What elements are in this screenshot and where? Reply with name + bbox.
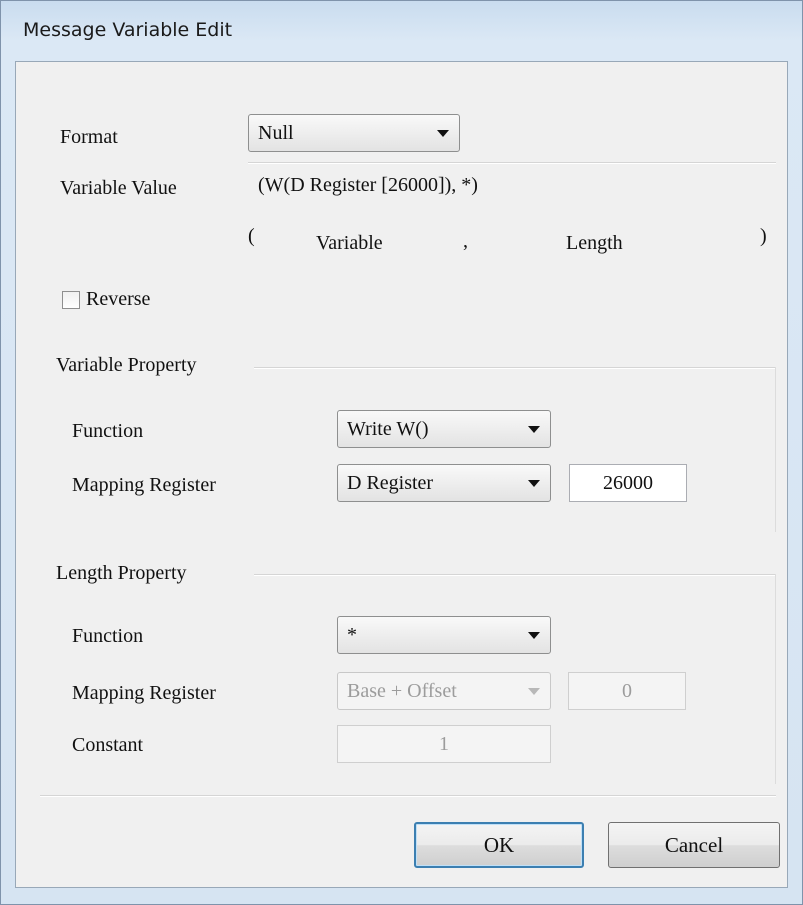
length-function-select[interactable]: *: [337, 616, 551, 654]
chevron-down-icon: [528, 480, 540, 487]
constant-input[interactable]: 1: [337, 725, 551, 763]
variable-mapping-label: Mapping Register: [72, 474, 216, 496]
reverse-checkbox[interactable]: [62, 291, 80, 309]
variable-function-label: Function: [72, 420, 144, 442]
variable-property-divider: [254, 367, 776, 369]
dialog-body: Format Null Variable Value (W(D Register…: [15, 61, 788, 888]
variable-property-border: [775, 367, 776, 532]
format-label: Format: [60, 126, 118, 148]
dialog-window: Message Variable Edit Format Null Variab…: [0, 0, 803, 905]
length-function-label: Function: [72, 625, 144, 647]
length-property-border: [775, 574, 776, 784]
length-mapping-label: Mapping Register: [72, 682, 216, 704]
length-mapping-select[interactable]: Base + Offset: [337, 672, 551, 710]
variable-mapping-select[interactable]: D Register: [337, 464, 551, 502]
length-property-divider: [254, 574, 776, 576]
variable-mapping-value: D Register: [347, 472, 434, 494]
variable-address-input[interactable]: 26000: [569, 464, 687, 502]
variable-column-label: Variable: [316, 232, 383, 254]
variable-function-select[interactable]: Write W(): [337, 410, 551, 448]
variable-value-text: (W(D Register [26000]), *): [258, 174, 478, 196]
format-select[interactable]: Null: [248, 114, 460, 152]
chevron-down-icon: [437, 130, 449, 137]
chevron-down-icon: [528, 426, 540, 433]
constant-label: Constant: [72, 734, 144, 756]
length-column-label: Length: [566, 232, 623, 254]
buttons-divider: [40, 795, 776, 797]
cancel-button[interactable]: Cancel: [608, 822, 780, 868]
variable-property-title: Variable Property: [56, 354, 197, 376]
window-title: Message Variable Edit: [23, 19, 233, 41]
length-function-value: *: [347, 624, 357, 646]
variable-value-label: Variable Value: [60, 177, 177, 199]
chevron-down-icon: [528, 688, 540, 695]
chevron-down-icon: [528, 632, 540, 639]
format-select-value: Null: [258, 122, 294, 144]
length-mapping-value: Base + Offset: [347, 680, 457, 702]
length-offset-input[interactable]: 0: [568, 672, 686, 710]
reverse-label[interactable]: Reverse: [86, 288, 150, 311]
variable-function-value: Write W(): [347, 418, 429, 440]
ok-button[interactable]: OK: [414, 822, 584, 868]
format-divider: [248, 162, 776, 164]
open-paren: (: [248, 225, 255, 247]
close-paren: ): [760, 225, 767, 247]
separator-comma: ,: [463, 230, 468, 252]
length-property-title: Length Property: [56, 562, 187, 584]
